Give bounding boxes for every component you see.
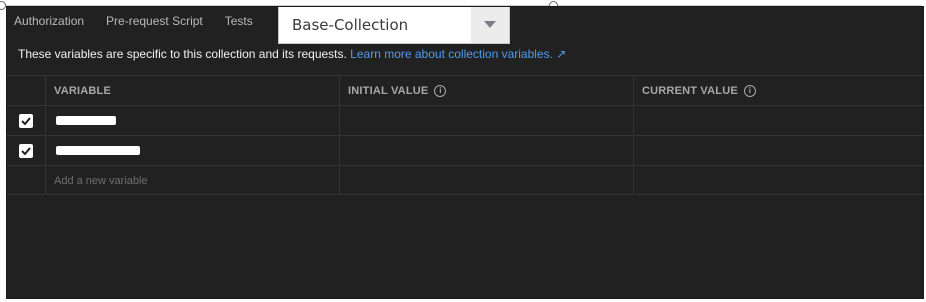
redacted-variable-name bbox=[56, 116, 116, 125]
table-header-row: VARIABLE INITIAL VALUE i CURRENT VALUE i bbox=[7, 75, 923, 105]
collection-select[interactable]: Base-Collection bbox=[278, 7, 510, 44]
variable-name-cell[interactable] bbox=[45, 106, 339, 135]
enable-checkbox[interactable] bbox=[19, 113, 33, 128]
add-variable-placeholder: Add a new variable bbox=[54, 174, 148, 187]
triangle-down-icon bbox=[484, 21, 496, 28]
collection-variables-panel: Authorization Pre-request Script Tests B… bbox=[6, 6, 924, 299]
enable-checkbox[interactable] bbox=[19, 143, 33, 158]
table-row bbox=[7, 105, 923, 135]
current-value-cell[interactable] bbox=[633, 166, 923, 195]
header-variable: VARIABLE bbox=[45, 76, 339, 105]
add-variable-row: Add a new variable bbox=[7, 165, 923, 195]
collection-select-value: Base-Collection bbox=[292, 16, 409, 34]
info-icon[interactable]: i bbox=[743, 84, 756, 97]
tab-authorization[interactable]: Authorization bbox=[14, 14, 84, 28]
header-current-value-label: CURRENT VALUE bbox=[642, 84, 738, 97]
screenshot-stage: Authorization Pre-request Script Tests B… bbox=[0, 0, 926, 302]
header-initial-value: INITIAL VALUE i bbox=[339, 76, 633, 105]
header-variable-label: VARIABLE bbox=[54, 84, 112, 97]
header-check-cell bbox=[7, 76, 45, 105]
dropdown-toggle-button[interactable] bbox=[471, 7, 509, 43]
variables-table: VARIABLE INITIAL VALUE i CURRENT VALUE i bbox=[7, 75, 923, 195]
info-text-line: These variables are specific to this col… bbox=[18, 47, 566, 61]
checkmark-icon bbox=[21, 146, 31, 155]
initial-value-cell[interactable] bbox=[339, 166, 633, 195]
table-row bbox=[7, 135, 923, 165]
add-variable-input[interactable]: Add a new variable bbox=[45, 166, 339, 195]
tab-tests[interactable]: Tests bbox=[225, 14, 253, 28]
info-text: These variables are specific to this col… bbox=[18, 47, 347, 61]
row-check-cell bbox=[7, 166, 45, 195]
variable-name-cell[interactable] bbox=[45, 136, 339, 165]
row-check-cell bbox=[7, 106, 45, 135]
header-current-value: CURRENT VALUE i bbox=[633, 76, 923, 105]
initial-value-cell[interactable] bbox=[339, 106, 633, 135]
current-value-cell[interactable] bbox=[633, 106, 923, 135]
row-check-cell bbox=[7, 136, 45, 165]
checkmark-icon bbox=[21, 116, 31, 125]
initial-value-cell[interactable] bbox=[339, 136, 633, 165]
header-initial-value-label: INITIAL VALUE bbox=[348, 84, 429, 97]
info-icon[interactable]: i bbox=[434, 84, 447, 97]
current-value-cell[interactable] bbox=[633, 136, 923, 165]
redacted-variable-name bbox=[56, 146, 140, 155]
learn-more-link[interactable]: Learn more about collection variables. ↗ bbox=[350, 47, 566, 61]
tab-pre-request-script[interactable]: Pre-request Script bbox=[106, 14, 203, 28]
tab-bar: Authorization Pre-request Script Tests bbox=[7, 7, 275, 35]
